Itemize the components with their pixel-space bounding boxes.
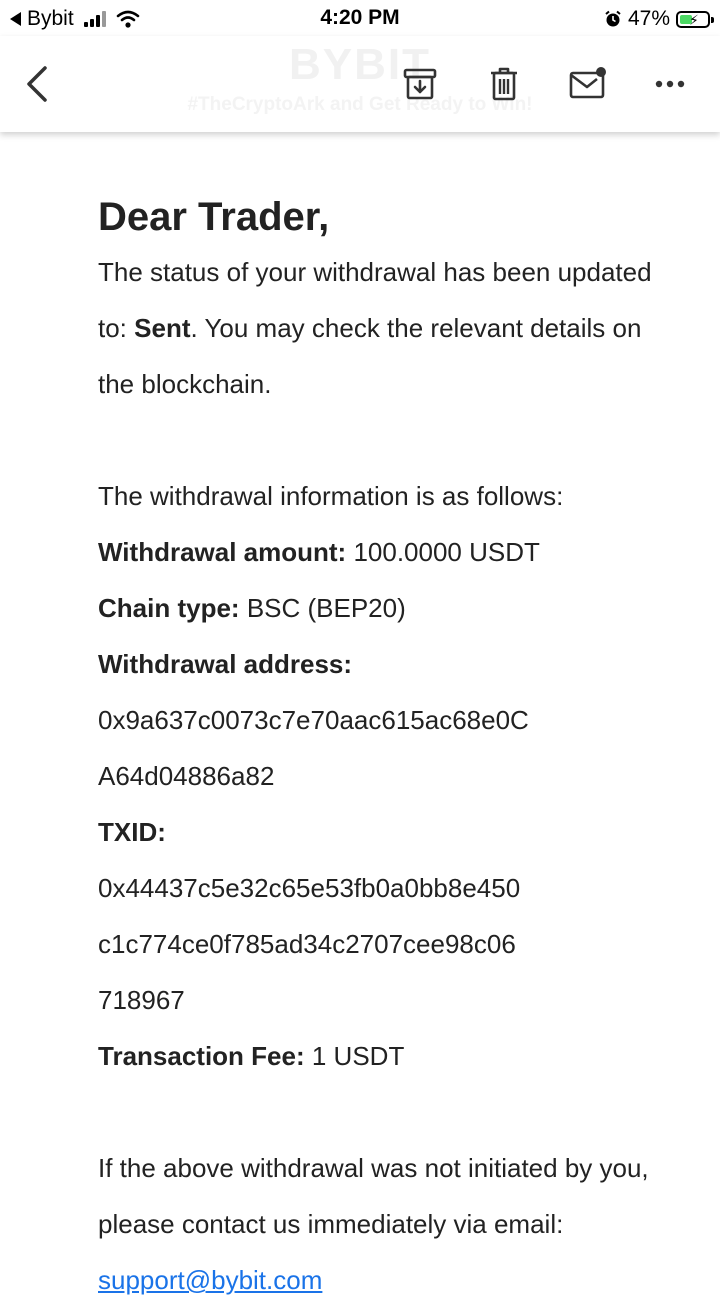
chain-value: BSC (BEP20) [246, 593, 406, 623]
trash-icon [491, 67, 517, 101]
more-icon [655, 80, 685, 88]
greeting: Dear Trader, [98, 195, 330, 239]
txid-line-1: 0x44437c5e32c65e53fb0a0bb8e450 [98, 873, 521, 903]
email-body: Dear Trader, The status of your withdraw… [98, 190, 658, 1308]
fee-row: Transaction Fee: 1 USDT [98, 1028, 658, 1084]
amount-value: 100.0000 USDT [353, 537, 540, 567]
txid-label: TXID: [98, 817, 166, 847]
txid-line-2: c1c774ce0f785ad34c2707cee98c06 [98, 929, 516, 959]
alarm-icon [605, 10, 621, 27]
address-label: Withdrawal address: [98, 649, 353, 679]
status-value: Sent [134, 313, 191, 343]
delete-button[interactable] [478, 58, 530, 110]
battery-icon: ⚡ [676, 10, 714, 28]
support-email-link[interactable]: support@bybit.com [98, 1265, 322, 1295]
address-line-1: 0x9a637c0073c7e70aac615ac68e0C [98, 705, 529, 735]
status-bar: Bybit 4:20 PM 47% ⚡ [0, 0, 720, 36]
mail-toolbar: BYBIT #TheCryptoArk and Get Ready to Win… [0, 36, 720, 132]
charging-bolt-icon: ⚡ [689, 11, 699, 28]
txid-line-3: 718967 [98, 985, 185, 1015]
closing-text: If the above withdrawal was not initiate… [98, 1153, 649, 1239]
fee-label: Transaction Fee: [98, 1041, 305, 1071]
closing-paragraph: If the above withdrawal was not initiate… [98, 1140, 658, 1308]
back-button[interactable] [12, 58, 64, 110]
status-paragraph: The status of your withdrawal has been u… [98, 244, 658, 412]
chain-row: Chain type: BSC (BEP20) [98, 580, 658, 636]
amount-row: Withdrawal amount: 100.0000 USDT [98, 524, 658, 580]
more-button[interactable] [644, 58, 696, 110]
amount-label: Withdrawal amount: [98, 537, 347, 567]
mark-unread-button[interactable] [562, 58, 614, 110]
archive-button[interactable] [394, 58, 446, 110]
address-line-2: A64d04886a82 [98, 761, 275, 791]
back-icon [27, 66, 47, 102]
battery-percent: 47% [627, 7, 670, 30]
chain-label: Chain type: [98, 593, 240, 623]
fee-value: 1 USDT [311, 1041, 405, 1071]
archive-icon [403, 68, 437, 100]
info-intro: The withdrawal information is as follows… [98, 481, 564, 511]
mark-unread-icon [569, 67, 606, 99]
